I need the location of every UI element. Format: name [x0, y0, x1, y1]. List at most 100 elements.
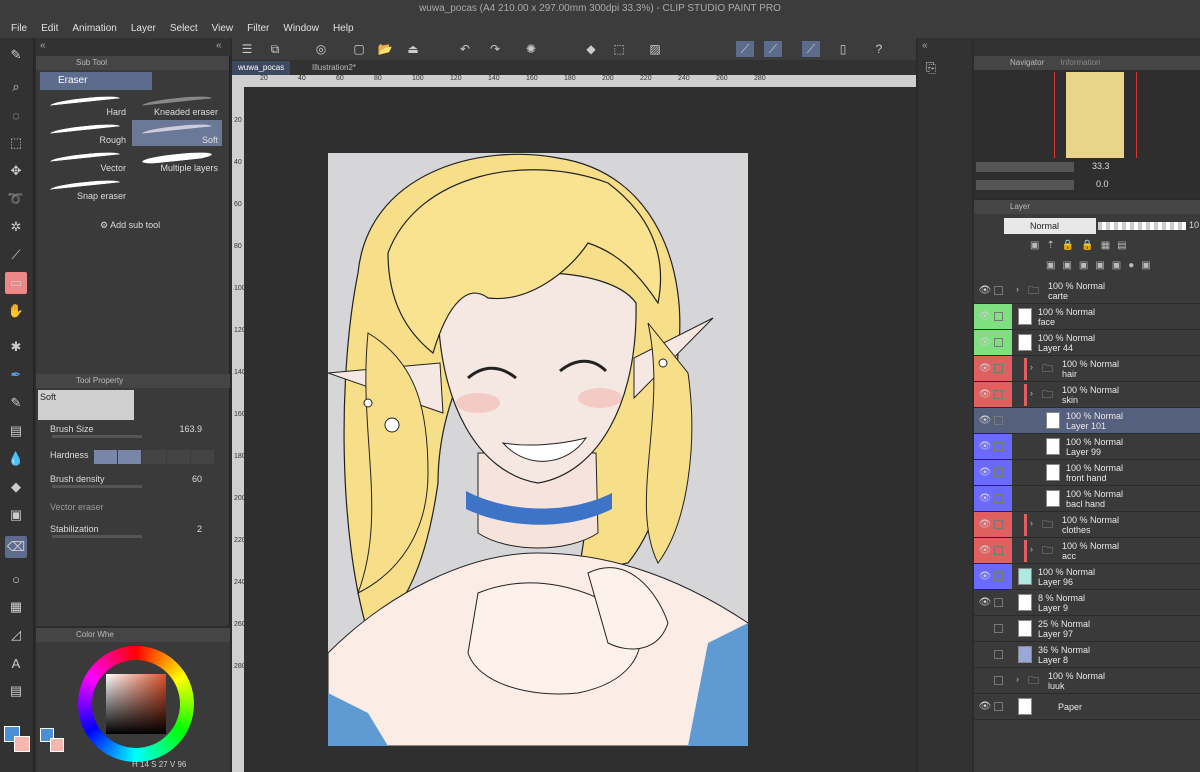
blend-icon[interactable]: 💧 — [5, 448, 27, 470]
brush-multiple-layers[interactable]: Multiple layers — [132, 148, 222, 174]
help-icon[interactable]: ? — [870, 41, 888, 57]
clear-icon[interactable]: ▨ — [646, 41, 664, 57]
airbrush-icon[interactable]: ▤ — [5, 420, 27, 442]
lasso-icon[interactable]: ➰ — [5, 188, 27, 210]
eraser-icon[interactable]: ⌫ — [5, 536, 27, 558]
pen-tool-icon[interactable]: ✎ — [5, 44, 27, 66]
layer-lock-checkbox[interactable] — [994, 390, 1003, 399]
hamburger-icon[interactable]: ☰ — [238, 41, 256, 57]
hardness-row[interactable]: Hardness — [38, 448, 226, 470]
layer-row[interactable]: 👁 › 🗀 100 % Normal clothes — [974, 512, 1200, 538]
material-icon[interactable]: ⎘ — [926, 60, 936, 76]
wheel-sub-swatch[interactable] — [50, 738, 64, 752]
layer-row[interactable]: 👁 100 % Normal Layer 101 — [974, 408, 1200, 434]
brush-size-row[interactable]: Brush Size 163.9 — [38, 422, 226, 444]
stabilization-row[interactable]: Stabilization 2 — [38, 522, 226, 544]
layer-row[interactable]: 👁 100 % Normal Layer 96 — [974, 564, 1200, 590]
visibility-eye-icon[interactable]: 👁 — [976, 356, 994, 382]
folder-toggle-icon[interactable]: › — [1016, 284, 1019, 294]
save-icon[interactable]: ⏏ — [404, 41, 422, 57]
layer-lock-checkbox[interactable] — [994, 442, 1003, 451]
menu-window[interactable]: Window — [276, 23, 326, 34]
artwork-canvas[interactable] — [328, 153, 748, 746]
fill-bucket-icon[interactable]: ◆ — [582, 41, 600, 57]
folder-toggle-icon[interactable]: › — [1016, 674, 1019, 684]
layer-row[interactable]: 👁 100 % Normal front hand — [974, 460, 1200, 486]
layer-row[interactable]: 👁 Paper — [974, 694, 1200, 720]
layer-row[interactable]: 👁 100 % Normal Layer 99 — [974, 434, 1200, 460]
redo-icon[interactable]: ↷ — [486, 41, 504, 57]
fill-icon[interactable]: ◆ — [5, 476, 27, 498]
menu-view[interactable]: View — [205, 23, 241, 34]
layer-lock-checkbox[interactable] — [994, 364, 1003, 373]
layer-row[interactable]: 👁 100 % Normal face — [974, 304, 1200, 330]
marquee-icon[interactable]: ◌ — [5, 104, 27, 126]
brush-hard[interactable]: Hard — [40, 92, 130, 118]
menu-layer[interactable]: Layer — [124, 23, 163, 34]
layer-row[interactable]: 👁 100 % Normal Layer 44 — [974, 330, 1200, 356]
snap-ruler-icon[interactable]: ⟋ — [736, 41, 754, 57]
layer-row[interactable]: 👁 › 🗀 100 % Normal carte — [974, 278, 1200, 304]
layer-row[interactable]: 👁 › 🗀 100 % Normal acc — [974, 538, 1200, 564]
navigator-tab[interactable]: Navigator — [1010, 58, 1044, 67]
ruler-icon[interactable]: ◿ — [5, 624, 27, 646]
vector-eraser-row[interactable]: Vector eraser — [38, 500, 226, 522]
hand-icon[interactable]: ✋ — [5, 300, 27, 322]
zoom-icon[interactable]: ⌕ — [5, 76, 27, 98]
new-file-icon[interactable]: ▢ — [350, 41, 368, 57]
visibility-eye-icon[interactable]: 👁 — [976, 460, 994, 486]
transform-icon[interactable]: ✱ — [5, 336, 27, 358]
sub-color-swatch[interactable] — [14, 736, 30, 752]
brush-snap-eraser[interactable]: Snap eraser — [40, 176, 130, 202]
visibility-eye-icon[interactable] — [976, 642, 994, 668]
tab-wuwa-pocas[interactable]: wuwa_pocas — [232, 61, 291, 75]
brush-icon[interactable]: ✎ — [5, 392, 27, 414]
magic-wand-icon[interactable]: ✲ — [5, 216, 27, 238]
visibility-eye-icon[interactable]: 👁 — [976, 330, 994, 356]
navigator-thumbnail[interactable] — [1066, 72, 1124, 158]
visibility-eye-icon[interactable]: 👁 — [976, 512, 994, 538]
folder-toggle-icon[interactable]: › — [1030, 544, 1033, 554]
balloon-icon[interactable]: ▤ — [5, 680, 27, 702]
eyedropper-icon[interactable]: ⟋ — [5, 244, 27, 266]
visibility-eye-icon[interactable]: 👁 — [976, 590, 994, 616]
menu-file[interactable]: File — [4, 23, 34, 34]
brush-vector[interactable]: Vector — [40, 148, 130, 174]
visibility-eye-icon[interactable]: 👁 — [976, 304, 994, 330]
layer-lock-checkbox[interactable] — [994, 468, 1003, 477]
visibility-eye-icon[interactable] — [976, 668, 994, 694]
visibility-eye-icon[interactable]: 👁 — [976, 694, 994, 720]
tool-property-tab[interactable]: Tool Property — [36, 374, 230, 388]
menu-edit[interactable]: Edit — [34, 23, 65, 34]
visibility-eye-icon[interactable]: 👁 — [976, 564, 994, 590]
hue-ring[interactable] — [78, 646, 194, 762]
eraser-pink-icon[interactable]: ▭ — [5, 272, 27, 294]
layer-lock-checkbox[interactable] — [994, 676, 1003, 685]
collapse-icon[interactable]: « — [40, 40, 46, 51]
menu-help[interactable]: Help — [326, 23, 361, 34]
layer-row[interactable]: 👁 100 % Normal bacl hand — [974, 486, 1200, 512]
menu-filter[interactable]: Filter — [240, 23, 276, 34]
folder-toggle-icon[interactable]: › — [1030, 388, 1033, 398]
brush-density-row[interactable]: Brush density 60 — [38, 472, 226, 494]
layer-lock-checkbox[interactable] — [994, 494, 1003, 503]
layer-actions[interactable]: ▣▣▣▣▣●▣ — [1046, 260, 1196, 274]
visibility-eye-icon[interactable] — [976, 616, 994, 642]
move-icon[interactable]: ✥ — [5, 160, 27, 182]
opacity-slider[interactable] — [1098, 222, 1186, 230]
layer-lock-checkbox[interactable] — [994, 702, 1003, 711]
pen-blue-icon[interactable]: ✒ — [5, 364, 27, 386]
crop-icon[interactable]: ⬚ — [610, 41, 628, 57]
visibility-eye-icon[interactable]: 👁 — [976, 486, 994, 512]
folder-toggle-icon[interactable]: › — [1030, 362, 1033, 372]
selection-icon[interactable]: ◎ — [312, 41, 330, 57]
layer-lock-checkbox[interactable] — [994, 572, 1003, 581]
device-icon[interactable]: ▯ — [834, 41, 852, 57]
folder-toggle-icon[interactable]: › — [1030, 518, 1033, 528]
gradient-icon[interactable]: ▣ — [5, 504, 27, 526]
expand-icon[interactable]: « — [216, 40, 222, 51]
layer-lock-checkbox[interactable] — [994, 338, 1003, 347]
zoom-slider[interactable] — [976, 162, 1074, 172]
text-icon[interactable]: A — [5, 652, 27, 674]
brush-kneaded[interactable]: Kneaded eraser — [132, 92, 222, 118]
